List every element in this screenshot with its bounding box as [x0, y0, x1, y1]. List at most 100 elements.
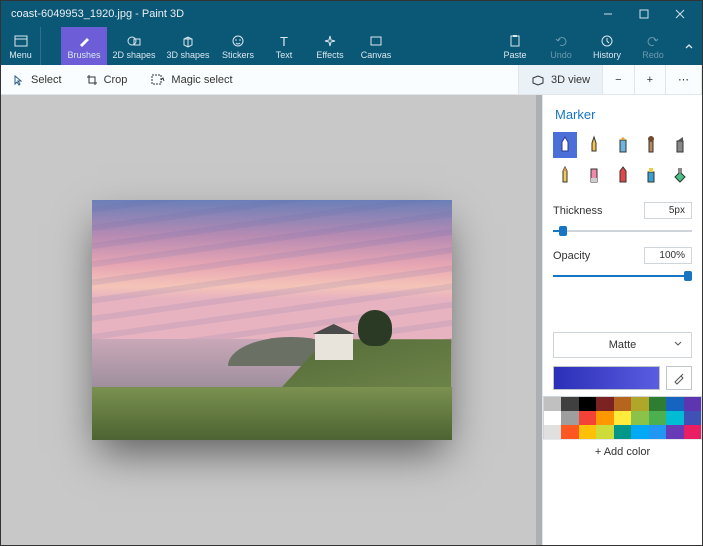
zoom-out-button[interactable]: − [603, 65, 634, 94]
color-swatch[interactable] [684, 425, 701, 439]
opacity-value[interactable]: 100% [644, 247, 692, 264]
ribbon: Menu Brushes 2D shapes 3D shapes Sticker… [1, 27, 702, 65]
canvas-label: Canvas [361, 50, 392, 60]
brush-marker[interactable] [553, 132, 577, 158]
brush-fill[interactable] [668, 162, 692, 188]
color-swatch[interactable] [666, 425, 683, 439]
current-color[interactable] [553, 366, 660, 390]
brush-grid [553, 132, 692, 188]
more-button[interactable]: ⋯ [666, 65, 702, 94]
color-swatch[interactable] [579, 411, 596, 425]
canvas-workspace[interactable] [1, 95, 542, 545]
magic-select-tool[interactable]: Magic select [139, 65, 244, 94]
chevron-down-icon [673, 339, 683, 352]
3d-shapes-label: 3D shapes [166, 50, 209, 60]
select-tool[interactable]: Select [1, 65, 74, 94]
undo-button[interactable]: Undo [538, 27, 584, 65]
color-swatch[interactable] [596, 425, 613, 439]
maximize-button[interactable] [626, 1, 662, 27]
menu-button[interactable]: Menu [1, 27, 41, 65]
undo-label: Undo [550, 50, 572, 60]
text-icon: T [277, 33, 291, 49]
menu-icon [14, 33, 28, 49]
stickers-icon [231, 33, 245, 49]
color-swatch[interactable] [579, 425, 596, 439]
canvas-tab[interactable]: Canvas [353, 27, 399, 65]
close-button[interactable] [662, 1, 698, 27]
3d-shapes-tab[interactable]: 3D shapes [161, 27, 215, 65]
canvas-image[interactable] [92, 200, 452, 440]
3d-view-icon [531, 74, 545, 86]
brush-crayon[interactable] [611, 162, 635, 188]
history-icon [600, 33, 614, 49]
brush-eraser[interactable] [582, 162, 606, 188]
paste-button[interactable]: Paste [492, 27, 538, 65]
stickers-tab[interactable]: Stickers [215, 27, 261, 65]
color-swatch[interactable] [631, 425, 648, 439]
opacity-row: Opacity 100% [553, 247, 692, 264]
eyedropper-button[interactable] [666, 366, 692, 390]
effects-tab[interactable]: Effects [307, 27, 353, 65]
redo-button[interactable]: Redo [630, 27, 676, 65]
material-dropdown[interactable]: Matte [553, 332, 692, 358]
brushes-tab[interactable]: Brushes [61, 27, 107, 65]
color-swatch[interactable] [561, 425, 578, 439]
brush-icon [77, 33, 91, 49]
opacity-label: Opacity [553, 250, 590, 262]
color-swatch[interactable] [544, 397, 561, 411]
color-swatch[interactable] [614, 425, 631, 439]
brush-spray[interactable] [639, 162, 663, 188]
color-swatch[interactable] [649, 397, 666, 411]
2d-shapes-label: 2D shapes [112, 50, 155, 60]
color-swatch[interactable] [579, 397, 596, 411]
2d-shapes-tab[interactable]: 2D shapes [107, 27, 161, 65]
color-swatch[interactable] [631, 411, 648, 425]
color-swatch[interactable] [596, 411, 613, 425]
magic-select-label: Magic select [171, 74, 232, 86]
crop-tool[interactable]: Crop [74, 65, 140, 94]
expand-ribbon-button[interactable] [676, 27, 702, 65]
brush-pencil[interactable] [553, 162, 577, 188]
vertical-scrollbar[interactable] [536, 95, 542, 545]
brush-calligraphy[interactable] [582, 132, 606, 158]
menu-label: Menu [9, 50, 32, 60]
color-swatch[interactable] [614, 411, 631, 425]
add-color-button[interactable]: + Add color [543, 439, 702, 464]
window-title: coast-6049953_1920.jpg - Paint 3D [11, 8, 590, 20]
color-swatch[interactable] [684, 397, 701, 411]
history-label: History [593, 50, 621, 60]
2d-shapes-icon [127, 33, 141, 49]
brush-pixel[interactable] [668, 132, 692, 158]
history-button[interactable]: History [584, 27, 630, 65]
thickness-value[interactable]: 5px [644, 202, 692, 219]
zoom-in-button[interactable]: + [635, 65, 666, 94]
color-swatch[interactable] [666, 397, 683, 411]
current-color-row [553, 366, 692, 390]
text-tab[interactable]: T Text [261, 27, 307, 65]
color-swatch[interactable] [666, 411, 683, 425]
color-swatch[interactable] [596, 397, 613, 411]
color-swatch[interactable] [561, 411, 578, 425]
color-palette [543, 396, 702, 439]
color-swatch[interactable] [649, 425, 666, 439]
color-swatch[interactable] [684, 411, 701, 425]
title-bar: coast-6049953_1920.jpg - Paint 3D [1, 1, 702, 27]
color-swatch[interactable] [544, 425, 561, 439]
text-label: Text [276, 50, 293, 60]
opacity-slider[interactable] [553, 268, 692, 284]
brush-oil[interactable] [611, 132, 635, 158]
brush-watercolor[interactable] [639, 132, 663, 158]
minimize-button[interactable] [590, 1, 626, 27]
effects-icon [323, 33, 337, 49]
effects-label: Effects [316, 50, 343, 60]
color-swatch[interactable] [614, 397, 631, 411]
color-swatch[interactable] [631, 397, 648, 411]
color-swatch[interactable] [649, 411, 666, 425]
canvas-icon [369, 33, 383, 49]
color-swatch[interactable] [561, 397, 578, 411]
3d-view-button[interactable]: 3D view [519, 65, 603, 94]
thickness-label: Thickness [553, 205, 603, 217]
thickness-row: Thickness 5px [553, 202, 692, 219]
thickness-slider[interactable] [553, 223, 692, 239]
color-swatch[interactable] [544, 411, 561, 425]
